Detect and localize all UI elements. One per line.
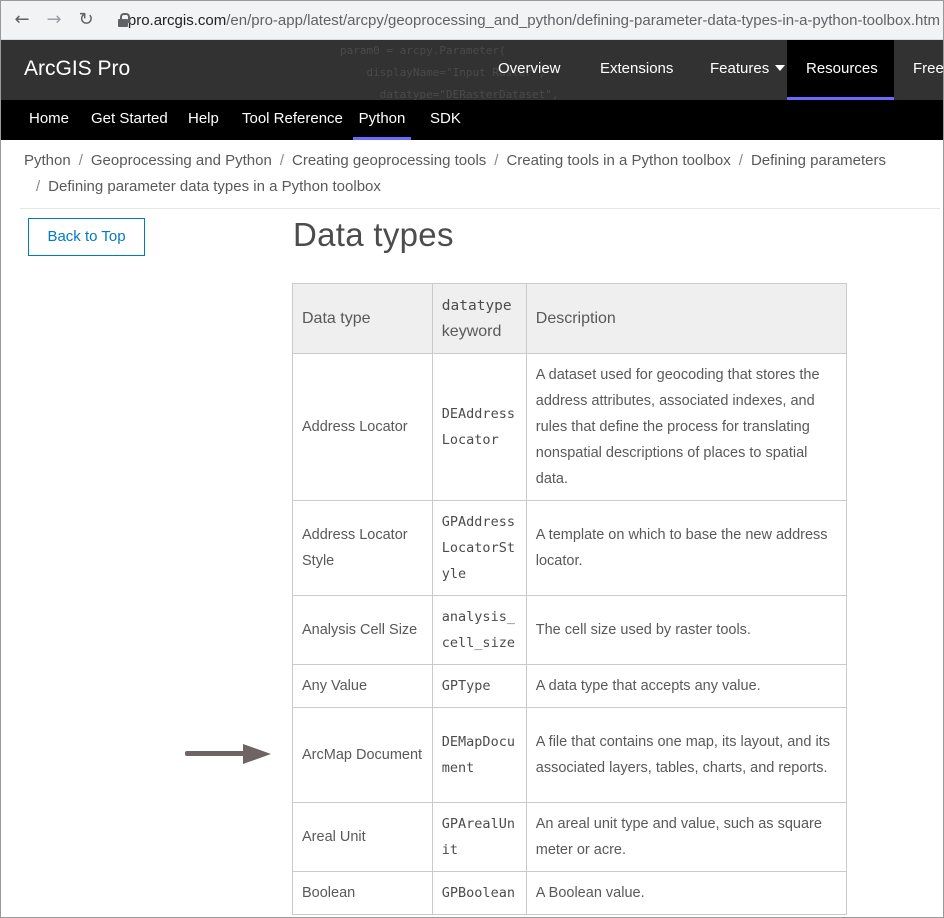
cell-type: Address Locator Style [292, 500, 433, 596]
data-types-table: Data type datatype keyword Description Ad… [292, 283, 848, 915]
breadcrumb-separator: / [36, 178, 41, 195]
chevron-down-icon [775, 65, 786, 71]
cell-type: Any Value [292, 664, 433, 708]
header-data-type: Data type [292, 283, 433, 354]
nav-features-label: Features [710, 60, 770, 77]
table-row: Analysis Cell Size analysis_cell_size Th… [292, 595, 848, 665]
back-to-top-button[interactable]: Back to Top [28, 218, 145, 256]
cell-description: A file that contains one map, its layout… [525, 707, 848, 803]
subnav-python[interactable]: Python [353, 100, 411, 140]
breadcrumb-current[interactable]: Defining parameter data types in a Pytho… [48, 178, 381, 195]
breadcrumb-item[interactable]: Creating geoprocessing tools [292, 152, 486, 169]
browser-toolbar: ← → ↻ pro.arcgis.com/en/pro-app/latest/a… [0, 0, 944, 40]
cell-description: A data type that accepts any value. [525, 664, 848, 708]
table-row: Boolean GPBoolean A Boolean value. [292, 871, 848, 915]
table-row: ArcMap Document DEMapDocument A file tha… [292, 707, 848, 803]
address-bar[interactable]: pro.arcgis.com/en/pro-app/latest/arcpy/g… [112, 5, 940, 35]
cell-keyword: GPArealUnit [431, 802, 527, 872]
divider [20, 208, 940, 209]
header-keyword: datatype keyword [431, 283, 527, 354]
cell-description: An areal unit type and value, such as sq… [525, 802, 848, 872]
cell-keyword: analysis_cell_size [431, 595, 527, 665]
site-header: param0 = arcpy.Parameter( displayName="I… [0, 40, 944, 100]
arrow-right-icon[interactable]: → [42, 8, 66, 32]
table-row: Address Locator Style GPAddressLocatorSt… [292, 500, 848, 596]
table-row: Address Locator DEAddressLocator A datas… [292, 353, 848, 501]
table-header-row: Data type datatype keyword Description [292, 283, 848, 354]
breadcrumb-separator: / [78, 152, 83, 169]
table-row: Any Value GPType A data type that accept… [292, 664, 848, 708]
nav-resources[interactable]: Resources [787, 40, 894, 100]
nav-free[interactable]: Free [895, 40, 944, 100]
subnav-sdk[interactable]: SDK [430, 100, 461, 140]
nav-overview[interactable]: Overview [480, 40, 579, 100]
subnav-get-started[interactable]: Get Started [91, 100, 168, 140]
cell-description: A Boolean value. [525, 871, 848, 915]
breadcrumb-item[interactable]: Geoprocessing and Python [91, 152, 272, 169]
cell-keyword: DEMapDocument [431, 707, 527, 803]
cell-keyword: GPAddressLocatorStyle [431, 500, 527, 596]
nav-extensions[interactable]: Extensions [582, 40, 691, 100]
cell-keyword: GPType [431, 664, 527, 708]
page-title: Data types [293, 216, 454, 253]
breadcrumb-separator: / [494, 152, 499, 169]
subnav-tool-reference[interactable]: Tool Reference [242, 100, 343, 140]
breadcrumb: Python / Geoprocessing and Python / Creating… [24, 148, 934, 200]
header-description: Description [525, 283, 848, 354]
breadcrumb-separator: / [279, 152, 284, 169]
breadcrumb-item[interactable]: Creating tools in a Python toolbox [506, 152, 730, 169]
cell-keyword: DEAddressLocator [431, 353, 527, 501]
cell-type: Areal Unit [292, 802, 433, 872]
subnav-help[interactable]: Help [188, 100, 219, 140]
arrow-left-icon[interactable]: ← [10, 8, 34, 32]
cell-description: The cell size used by raster tools. [525, 595, 848, 665]
breadcrumb-item[interactable]: Defining parameters [751, 152, 886, 169]
cell-keyword: GPBoolean [431, 871, 527, 915]
reload-icon[interactable]: ↻ [74, 8, 98, 32]
cell-description: A dataset used for geocoding that stores… [525, 353, 848, 501]
header-keyword-word: keyword [441, 322, 502, 340]
cell-type: Address Locator [292, 353, 433, 501]
arrow-right-icon [185, 744, 271, 764]
cell-description: A template on which to base the new addr… [525, 500, 848, 596]
header-keyword-code: datatype [441, 297, 512, 314]
cell-type: ArcMap Document [292, 707, 433, 803]
table-row: Areal Unit GPArealUnit An areal unit typ… [292, 802, 848, 872]
url-host: pro.arcgis.com [127, 11, 227, 29]
arrow-head [243, 744, 271, 764]
lock-icon[interactable] [112, 5, 130, 35]
product-subnav: Home Get Started Help Tool Reference Pyt… [0, 100, 944, 140]
breadcrumb-separator: / [738, 152, 743, 169]
url-path: /en/pro-app/latest/arcpy/geoprocessing_a… [226, 11, 940, 29]
cell-type: Boolean [292, 871, 433, 915]
brand-logo[interactable]: ArcGIS Pro [24, 57, 130, 81]
arrow-shaft [185, 751, 247, 756]
subnav-home[interactable]: Home [29, 100, 69, 140]
cell-type: Analysis Cell Size [292, 595, 433, 665]
breadcrumb-item[interactable]: Python [24, 152, 71, 169]
